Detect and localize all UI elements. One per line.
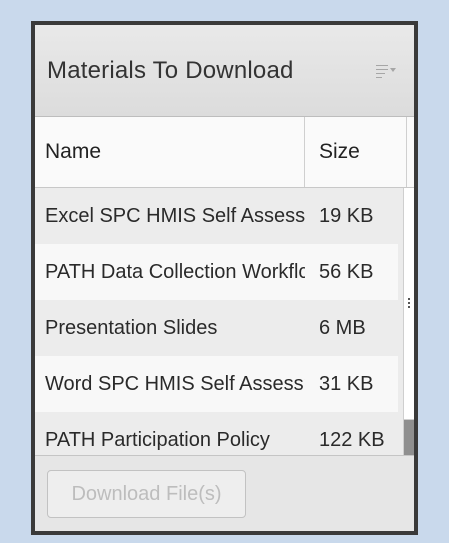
file-name-cell: Presentation Slides (45, 316, 218, 339)
materials-panel: Materials To Download Name Size Excel SP… (31, 21, 418, 535)
table-header: Name Size (35, 117, 414, 188)
file-size-cell: 19 KB (319, 204, 374, 227)
materials-table: Name Size Excel SPC HMIS Self Assessmе 1… (35, 117, 414, 468)
chevron-down-icon (390, 67, 396, 72)
materials-panel-inner: Materials To Download Name Size Excel SP… (35, 25, 414, 531)
table-body: Excel SPC HMIS Self Assessmе 19 KB PATH … (35, 188, 398, 468)
file-size-cell: 31 KB (319, 372, 374, 395)
file-size-cell: 56 KB (319, 260, 374, 283)
table-scrollbar[interactable] (403, 188, 414, 485)
file-name-cell: Word SPC HMIS Self Assessmе (45, 372, 305, 395)
table-row[interactable]: Excel SPC HMIS Self Assessmе 19 KB (35, 188, 398, 244)
file-name-cell: PATH Participation Policy (45, 428, 270, 451)
table-row[interactable]: Word SPC HMIS Self Assessmе 31 KB (35, 356, 398, 412)
scrollbar-grip-icon (408, 298, 410, 308)
download-files-button[interactable]: Download File(s) (47, 470, 246, 518)
column-header-size[interactable]: Size (305, 117, 407, 187)
panel-footer: Download File(s) (35, 455, 414, 531)
column-header-spacer (407, 117, 414, 187)
table-row[interactable]: PATH Data Collection Workflc 56 KB (35, 244, 398, 300)
file-name-cell: PATH Data Collection Workflc (45, 260, 305, 283)
scrollbar-thumb[interactable] (404, 188, 414, 420)
file-name-cell: Excel SPC HMIS Self Assessmе (45, 204, 305, 227)
panel-title: Materials To Download (47, 56, 294, 84)
panel-header: Materials To Download (35, 25, 414, 117)
table-row[interactable]: Presentation Slides 6 MB (35, 300, 398, 356)
file-size-cell: 6 MB (319, 316, 366, 339)
column-header-name[interactable]: Name (35, 117, 305, 187)
menu-list-icon[interactable] (376, 63, 398, 79)
file-size-cell: 122 KB (319, 428, 385, 451)
